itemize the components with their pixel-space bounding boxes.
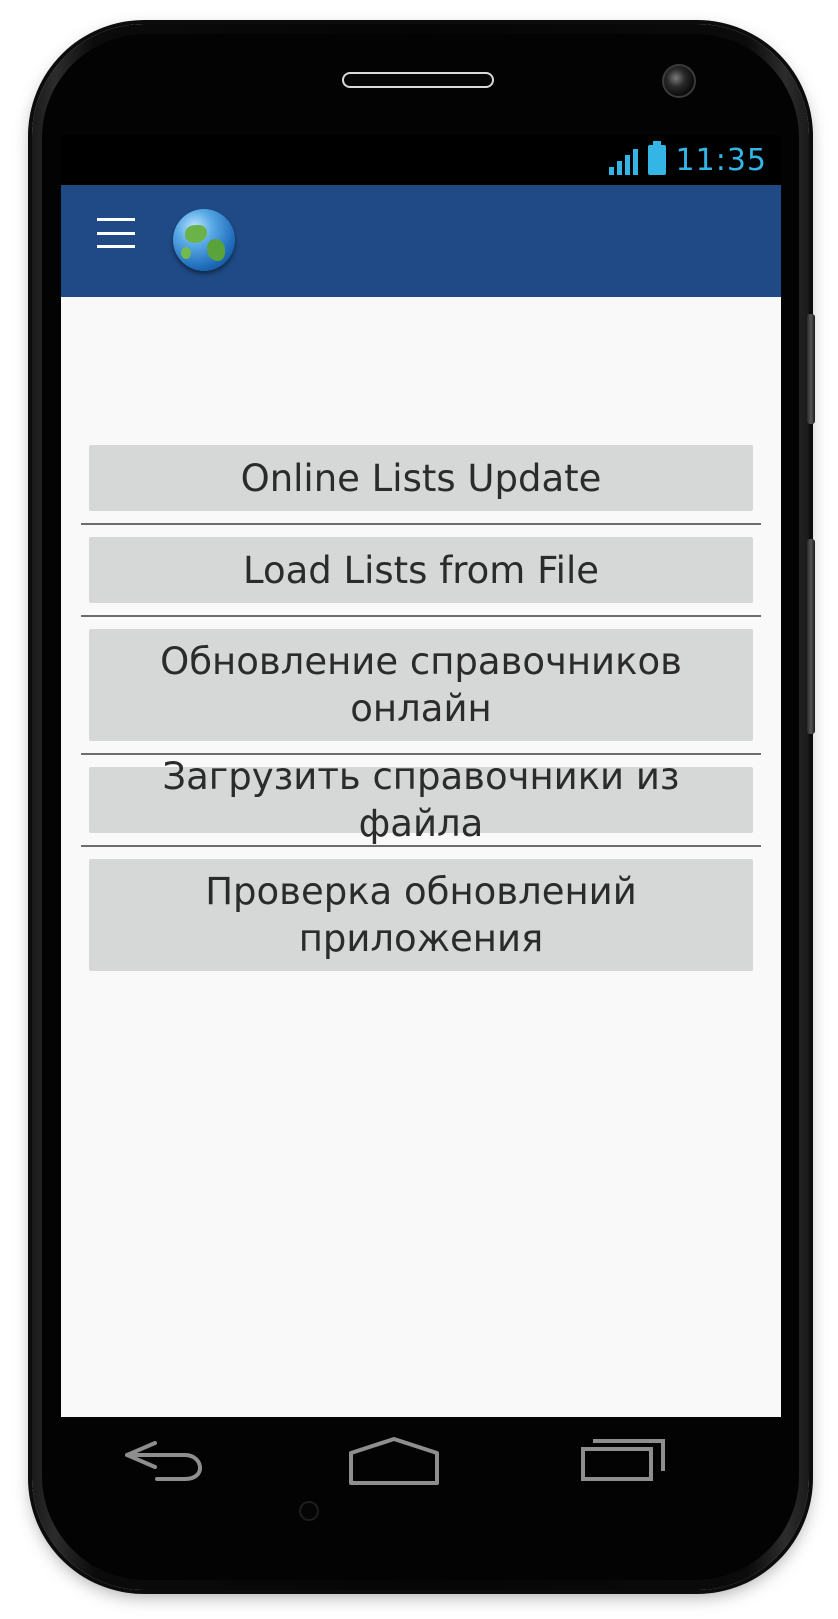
signal-icon <box>608 145 638 175</box>
divider <box>81 523 761 525</box>
battery-icon <box>647 141 666 175</box>
divider <box>81 615 761 617</box>
home-icon[interactable] <box>345 1435 443 1487</box>
front-camera <box>662 64 696 98</box>
app-bar <box>61 185 781 297</box>
divider <box>81 845 761 847</box>
status-indicators: 11:35 <box>608 141 767 178</box>
globe-icon <box>173 209 235 271</box>
online-reference-update-button[interactable]: Обновление справочников онлайн <box>89 629 753 741</box>
power-button <box>807 539 815 734</box>
check-app-updates-button[interactable]: Проверка обновлений приложения <box>89 859 753 971</box>
load-reference-from-file-button[interactable]: Загрузить справочники из файла <box>89 755 753 845</box>
earpiece-speaker <box>342 72 494 88</box>
navigation-bar <box>61 1417 781 1509</box>
online-lists-update-button[interactable]: Online Lists Update <box>89 445 753 511</box>
status-bar: 11:35 <box>61 135 781 185</box>
recent-apps-icon[interactable] <box>577 1435 669 1487</box>
phone-screen: 11:35 Online Lists Update Load Lists fro… <box>61 135 781 1417</box>
clock: 11:35 <box>675 142 767 178</box>
volume-button <box>807 314 815 424</box>
menu-icon[interactable] <box>97 218 135 248</box>
microphone-hole <box>299 1501 319 1521</box>
back-icon[interactable] <box>121 1439 213 1489</box>
load-lists-from-file-button[interactable]: Load Lists from File <box>89 537 753 603</box>
